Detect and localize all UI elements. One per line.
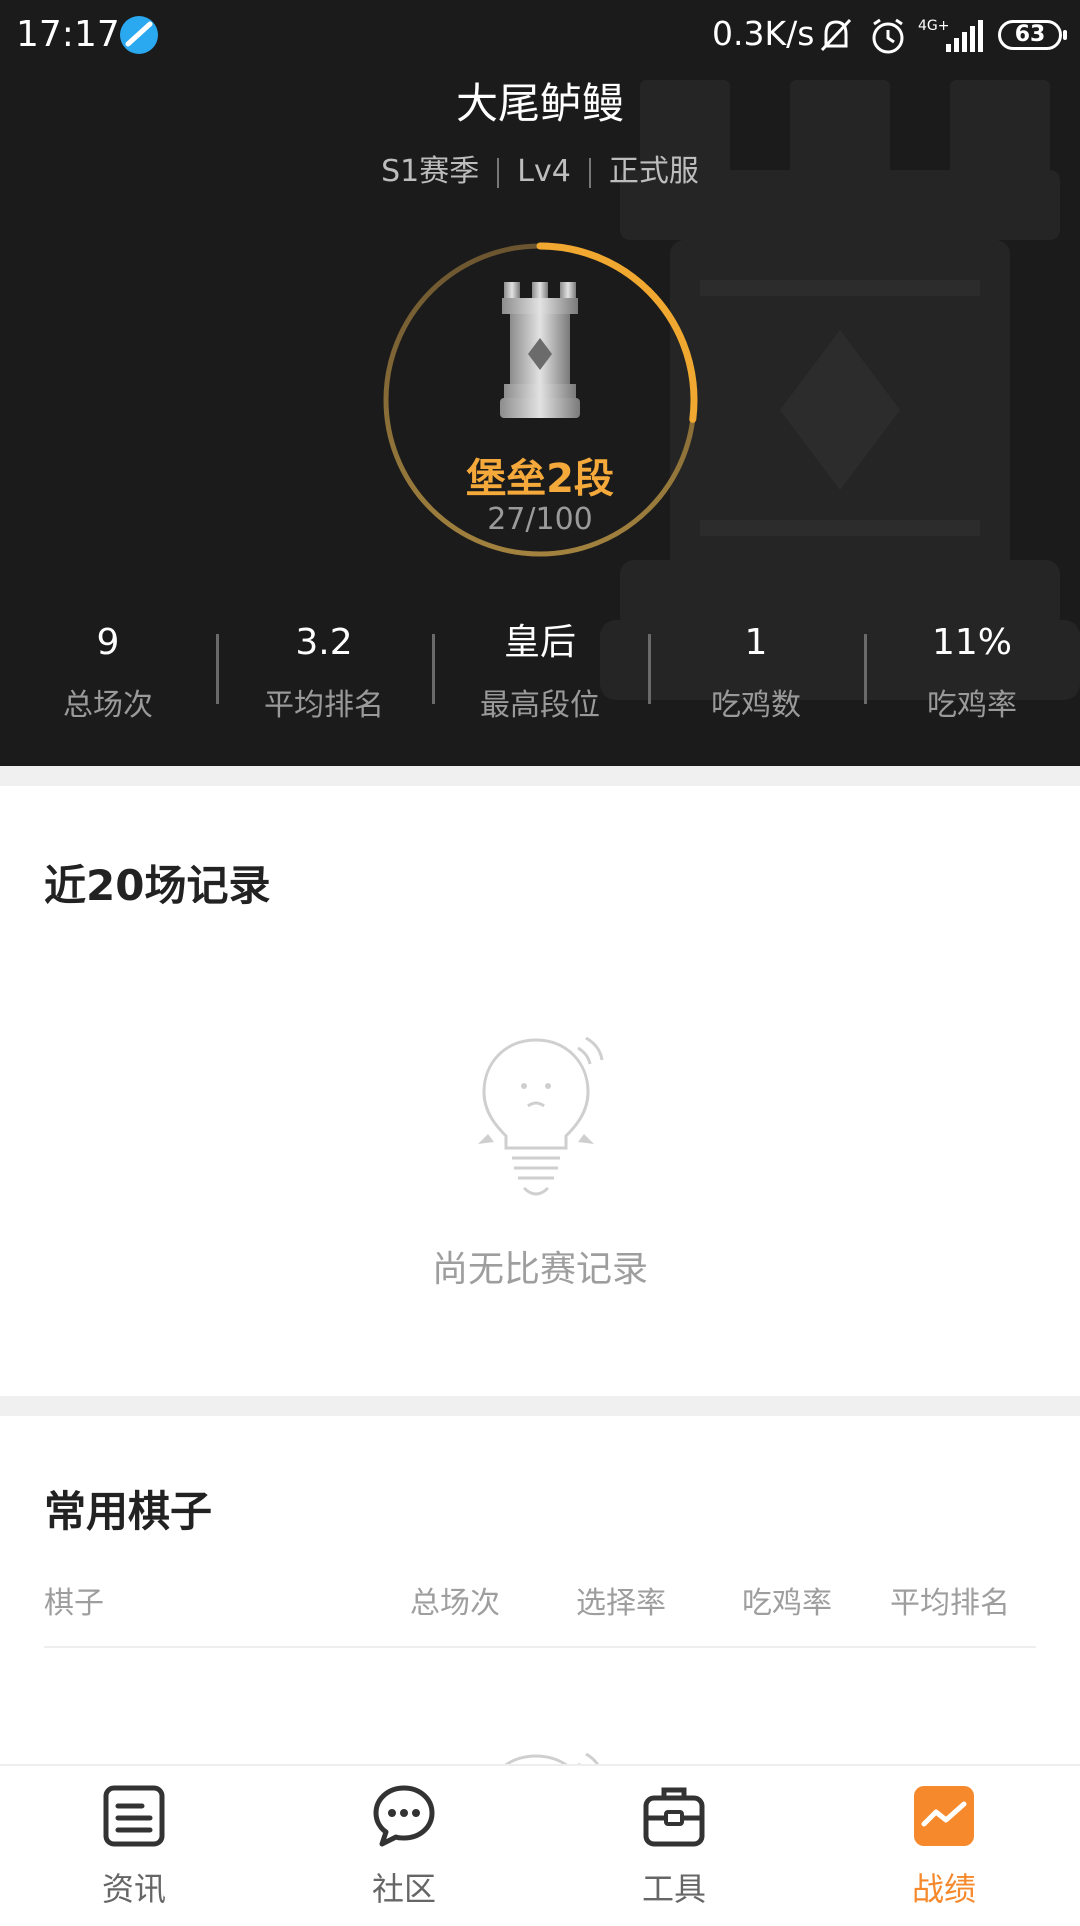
alarm-icon: [872, 18, 904, 54]
stat-label: 总场次: [63, 688, 153, 723]
player-nickname: 大尾鲈鳗: [455, 79, 624, 128]
recent-records-title: 近20场记录: [44, 861, 271, 910]
nav-label: 资讯: [101, 1870, 166, 1908]
column-header-pick-rate: 选择率: [576, 1586, 666, 1621]
stat-wins: 1 吃鸡数: [648, 620, 864, 730]
app-notification-icon: [120, 16, 158, 54]
signal-icon: [946, 20, 983, 52]
stat-value: 11%: [931, 622, 1012, 663]
lightbulb-icon: [478, 1036, 604, 1196]
nav-label: 战绩: [911, 1870, 976, 1908]
nav-label: 社区: [371, 1870, 436, 1908]
chat-bubble-icon: [373, 1785, 435, 1847]
rook-rank-icon: [500, 282, 580, 418]
stats-chart-icon: [914, 1786, 974, 1846]
nav-label: 工具: [641, 1870, 706, 1908]
column-header-win-rate: 吃鸡率: [742, 1586, 832, 1621]
rank-name: 堡垒2段: [466, 456, 614, 502]
svg-text:4G+: 4G+: [918, 18, 950, 34]
mute-bell-icon: [820, 18, 852, 52]
stat-label: 吃鸡数: [711, 688, 801, 723]
column-header-piece: 棋子: [44, 1586, 104, 1621]
empty-records-text: 尚无比赛记录: [431, 1249, 648, 1290]
stat-avg-rank: 3.2 平均排名: [216, 620, 432, 730]
news-icon: [103, 1785, 165, 1847]
nav-tab-community[interactable]: 社区: [304, 1766, 504, 1922]
stat-label: 吃鸡率: [927, 688, 1017, 723]
bottom-navigation: 资讯 社区 工具 战绩: [0, 1764, 1080, 1922]
stat-label: 平均排名: [264, 688, 384, 723]
toolbox-icon: [643, 1787, 705, 1847]
stat-value: 9: [96, 622, 120, 663]
status-time: 17:17: [16, 14, 120, 55]
section-divider: [0, 766, 1080, 786]
pieces-table-header: 棋子 总场次 选择率 吃鸡率 平均排名: [44, 1578, 1036, 1648]
divider: [588, 157, 591, 188]
status-bar: 17:17 0.3K/s 4G+ 63: [0, 0, 1080, 72]
stats-row: 9 总场次 3.2 平均排名 皇后 最高段位 1 吃鸡数 11% 吃鸡率: [0, 620, 1080, 730]
battery-icon: 63: [998, 20, 1067, 50]
rank-progress-text: 27/100: [487, 502, 593, 537]
stat-label: 最高段位: [480, 688, 600, 723]
stat-highest-tier: 皇后 最高段位: [432, 620, 648, 730]
common-pieces-title: 常用棋子: [44, 1487, 213, 1536]
column-header-avg-rank: 平均排名: [890, 1586, 1010, 1621]
column-header-total-games: 总场次: [410, 1586, 500, 1621]
network-speed: 0.3K/s: [712, 14, 815, 53]
player-subinfo: S1赛季 Lv4 正式服: [0, 146, 1080, 190]
nav-tab-news[interactable]: 资讯: [34, 1766, 234, 1922]
level-label: Lv4: [517, 154, 571, 189]
nav-tab-stats[interactable]: 战绩: [844, 1766, 1044, 1922]
stat-total-games: 9 总场次: [0, 620, 216, 730]
nav-tab-tools[interactable]: 工具: [574, 1766, 774, 1922]
profile-header: 17:17 0.3K/s 4G+ 63 大尾鲈鳗 S1赛季 Lv4 正式服 堡垒…: [0, 0, 1080, 766]
section-divider: [0, 1396, 1080, 1416]
stat-win-rate: 11% 吃鸡率: [864, 620, 1080, 730]
stat-value: 1: [744, 622, 768, 663]
season-label: S1赛季: [381, 154, 480, 189]
stat-value: 皇后: [503, 622, 576, 663]
stat-value: 3.2: [295, 622, 353, 663]
divider: [497, 157, 500, 188]
server-label: 正式服: [608, 154, 699, 189]
